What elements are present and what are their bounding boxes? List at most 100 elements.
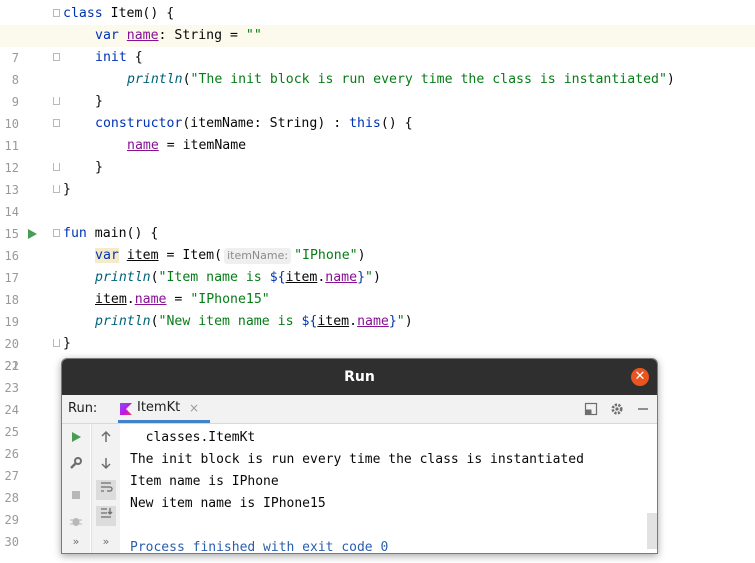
minimize-icon[interactable] [636, 402, 650, 416]
paren: ) [357, 248, 366, 263]
code-line[interactable]: 12 name = itemName [0, 135, 755, 175]
run-toolbar-left: » [62, 424, 90, 553]
parameter-hint: itemName: [224, 248, 292, 264]
close-icon: ✕ [634, 369, 646, 384]
function-call: println [127, 72, 183, 87]
code-text: = [166, 292, 191, 307]
console-line: The init block is run every time the cla… [130, 452, 584, 467]
process-exit-line: Process finished with exit code 0 [130, 540, 389, 554]
run-dialog[interactable]: Run ✕ Run: ItemKt × » » classes.ItemKt T… [61, 358, 658, 554]
fold-icon[interactable] [53, 119, 60, 127]
line-number: 24 [4, 403, 19, 417]
soft-wrap-icon[interactable] [96, 480, 116, 500]
code-line[interactable]: 21 } [0, 333, 755, 373]
console-line: New item name is IPhone15 [130, 496, 326, 511]
dialog-title-bar[interactable]: Run ✕ [62, 359, 657, 395]
line-number: 23 [4, 381, 19, 395]
arrow-up-icon[interactable] [98, 430, 114, 446]
tab-itemkt[interactable]: ItemKt × [118, 395, 210, 423]
code-line[interactable]: 10 } [0, 91, 755, 131]
gear-icon[interactable] [610, 402, 624, 416]
code-text: { [126, 50, 143, 65]
console-line: Item name is IPhone [130, 474, 279, 489]
console-output[interactable]: classes.ItemKt The init block is run eve… [130, 424, 648, 554]
fold-end-icon[interactable] [53, 339, 60, 347]
more-icon[interactable]: » [98, 534, 114, 550]
line-number: 28 [4, 491, 19, 505]
paren: ( [150, 270, 159, 285]
paren: ( [150, 314, 159, 329]
line-number: 30 [4, 535, 19, 549]
run-tool-header: Run: ItemKt × [62, 395, 657, 424]
tab-close-icon[interactable]: × [189, 395, 199, 421]
tab-label: ItemKt [137, 400, 181, 415]
fold-end-icon[interactable] [53, 185, 60, 193]
debug-icon[interactable] [68, 514, 84, 530]
dot: . [126, 292, 135, 307]
code-line[interactable]: 18 println("Item name is ${item.name}") [0, 267, 755, 307]
variable-name: item [126, 248, 159, 263]
line-number: 22 [4, 359, 19, 373]
fold-icon[interactable] [53, 9, 60, 17]
code-line-current[interactable]: 7 var name: String = "" [0, 25, 755, 65]
keyword: var [95, 248, 119, 263]
stop-icon[interactable] [68, 488, 84, 504]
code-line[interactable]: 14 } [0, 179, 755, 219]
line-number: 27 [4, 469, 19, 483]
code-line[interactable]: 13 } [0, 157, 755, 197]
more-icon[interactable]: » [68, 534, 84, 550]
fold-end-icon[interactable] [53, 163, 60, 171]
keyword: this [349, 116, 381, 131]
code-line[interactable]: 20 println("New item name is ${item.name… [0, 311, 755, 351]
code-line[interactable]: 15 [0, 201, 755, 241]
close-button[interactable]: ✕ [631, 368, 649, 386]
code-line[interactable]: 9 println("The init block is run every t… [0, 69, 755, 109]
function-call: println [95, 270, 151, 285]
code-line[interactable]: 8 init { [0, 47, 755, 87]
code-text: = itemName [158, 138, 247, 153]
string-literal: "New item name is [158, 314, 302, 329]
string-literal: "IPhone" [294, 248, 358, 263]
code-line[interactable]: 17 var item = Item(itemName: "IPhone") [0, 245, 755, 285]
code-line[interactable]: 19 item.name = "IPhone15" [0, 289, 755, 329]
code-line[interactable]: 16 fun main() { [0, 223, 755, 263]
keyword: init [95, 50, 127, 65]
keyword: constructor [95, 116, 183, 131]
code-text: } [63, 182, 71, 197]
fold-icon[interactable] [53, 53, 60, 61]
code-text: } [63, 336, 71, 351]
layout-icon[interactable] [584, 402, 598, 416]
code-line[interactable]: 11 constructor(itemName: String) : this(… [0, 113, 755, 153]
property-name: name [325, 270, 358, 285]
line-number: 25 [4, 425, 19, 439]
paren: ) [404, 314, 413, 329]
property-name: name [134, 292, 167, 307]
property-name: name [127, 138, 159, 153]
property-name: name [126, 28, 159, 43]
run-toolbar-second: » [91, 424, 120, 553]
fold-end-icon[interactable] [53, 97, 60, 105]
keyword: class [63, 6, 103, 21]
run-gutter-icon[interactable] [28, 229, 37, 239]
code-text: = Item( [158, 248, 223, 263]
arrow-down-icon[interactable] [98, 456, 114, 472]
fold-icon[interactable] [53, 229, 60, 237]
dialog-title: Run [344, 369, 375, 385]
paren: ) [372, 270, 381, 285]
scroll-to-end-icon[interactable] [96, 506, 116, 526]
variable-name: item [285, 270, 318, 285]
paren: ) [666, 72, 675, 87]
wrench-icon[interactable] [68, 456, 84, 472]
code-text: } [95, 160, 103, 175]
code-text: : String = [158, 28, 246, 43]
string-literal: " [365, 270, 373, 285]
code-text: main() { [86, 226, 159, 241]
template-delimiter: } [388, 314, 397, 329]
run-icon[interactable] [68, 430, 84, 446]
scrollbar[interactable] [647, 513, 657, 549]
code-line[interactable]: 6 class Item() { [0, 3, 755, 43]
code-text: (itemName: String) : [182, 116, 350, 131]
code-text: } [95, 94, 103, 109]
string-literal: "Item name is [158, 270, 270, 285]
run-label: Run: [68, 401, 98, 416]
